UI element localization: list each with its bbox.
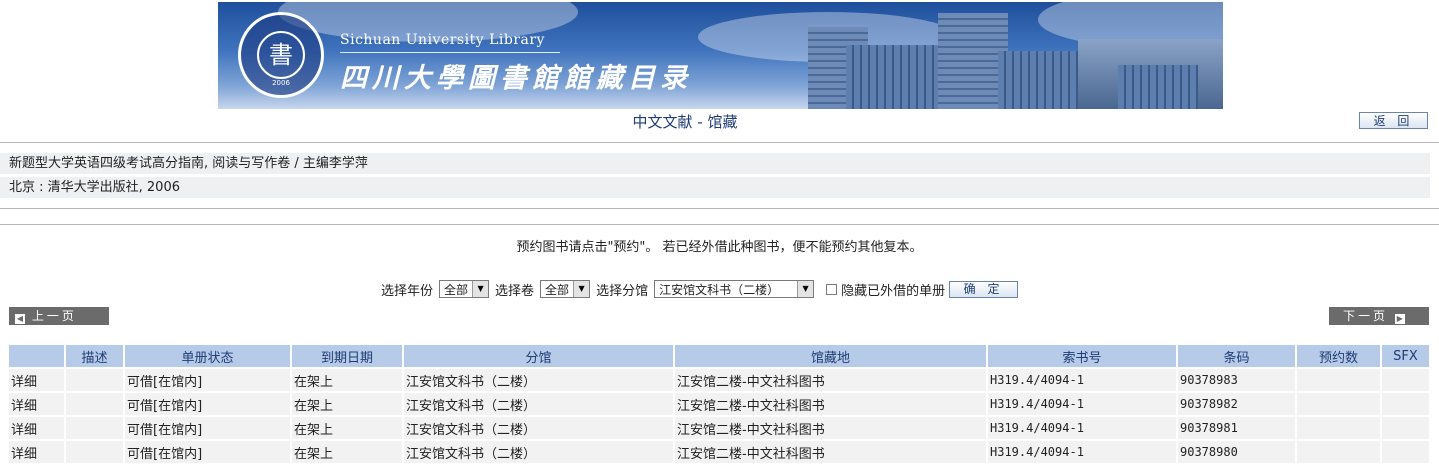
reservation-notice: 预约图书请点击"预约"。 若已经外借此种图书，便不能预约其他复本。 [516, 240, 923, 255]
location-cell: 江安馆二楼-中文社科图书 [674, 415, 988, 440]
barcode-cell: 90378982 [1177, 391, 1297, 416]
chevron-down-icon: ▼ [797, 281, 814, 297]
col-header-detail [9, 345, 66, 368]
holds-cell [1296, 415, 1382, 440]
due-date-cell: 在架上 [291, 391, 404, 416]
banner-english-name: Sichuan University Library [340, 32, 545, 48]
table-row: 详细 可借[在馆内] 在架上 江安馆文科书（二楼） 江安馆二楼-中文社科图书 H… [9, 415, 1431, 440]
due-date-cell: 在架上 [291, 439, 404, 463]
barcode-cell: 90378981 [1177, 415, 1297, 440]
arrow-right-icon: ▶ [1394, 314, 1405, 324]
detail-link[interactable]: 详细 [9, 415, 66, 440]
table-row: 详细 可借[在馆内] 在架上 江安馆文科书（二楼） 江安馆二楼-中文社科图书 H… [9, 367, 1431, 392]
sfx-cell [1381, 415, 1431, 440]
description-cell [65, 367, 125, 392]
library-banner: 書 2006 Sichuan University Library 四川大學圖書… [218, 2, 1223, 109]
prev-page-button[interactable]: ◀ 上一页 [9, 307, 109, 325]
call-number-cell: H319.4/4094-1 [987, 439, 1178, 463]
confirm-button[interactable]: 确 定 [949, 280, 1019, 298]
status-cell: 可借[在馆内] [124, 415, 292, 440]
barcode-cell: 90378983 [1177, 367, 1297, 392]
next-page-button[interactable]: 下一页 ▶ [1329, 307, 1429, 325]
record-title: 新题型大学英语四级考试高分指南, 阅读与写作卷 / 主编李学萍 [0, 153, 1430, 174]
holds-cell [1296, 367, 1382, 392]
col-header-branch[interactable]: 分馆 [403, 345, 675, 368]
year-label: 选择年份 [381, 283, 434, 299]
record-publication: 北京 : 清华大学出版社, 2006 [0, 177, 1430, 198]
branch-cell: 江安馆文科书（二楼） [403, 439, 675, 463]
description-cell [65, 439, 125, 463]
detail-link[interactable]: 详细 [9, 391, 66, 416]
status-cell: 可借[在馆内] [124, 367, 292, 392]
hide-loaned-checkbox[interactable] [826, 283, 838, 295]
status-cell: 可借[在馆内] [124, 391, 292, 416]
sfx-cell [1381, 439, 1431, 463]
location-cell: 江安馆二楼-中文社科图书 [674, 391, 988, 416]
university-seal-logo: 書 2006 [238, 12, 324, 98]
description-cell [65, 391, 125, 416]
branch-cell: 江安馆文科书（二楼） [403, 391, 675, 416]
branch-cell: 江安馆文科书（二楼） [403, 367, 675, 392]
due-date-cell: 在架上 [291, 367, 404, 392]
branch-label: 选择分馆 [596, 283, 649, 299]
chevron-down-icon: ▼ [573, 281, 590, 297]
sfx-cell [1381, 367, 1431, 392]
col-header-holds[interactable]: 预约数 [1296, 345, 1382, 368]
back-button[interactable]: 返 回 [1359, 112, 1428, 129]
col-header-sfx[interactable]: SFX [1381, 345, 1431, 368]
table-row: 详细 可借[在馆内] 在架上 江安馆文科书（二楼） 江安馆二楼-中文社科图书 H… [9, 391, 1431, 416]
col-header-location[interactable]: 馆藏地 [674, 345, 988, 368]
col-header-barcode[interactable]: 条码 [1177, 345, 1297, 368]
chevron-down-icon: ▼ [472, 281, 489, 297]
call-number-cell: H319.4/4094-1 [987, 415, 1178, 440]
banner-chinese-name: 四川大學圖書館館藏目录 [340, 63, 692, 94]
call-number-cell: H319.4/4094-1 [987, 391, 1178, 416]
holds-cell [1296, 439, 1382, 463]
table-row: 详细 可借[在馆内] 在架上 江安馆文科书（二楼） 江安馆二楼-中文社科图书 H… [9, 439, 1431, 463]
sfx-cell [1381, 391, 1431, 416]
col-header-description[interactable]: 描述 [65, 345, 125, 368]
holdings-table: 描述 单册状态 到期日期 分馆 馆藏地 索书号 条码 预约数 SFX 详细 可借… [9, 345, 1431, 463]
seal-year: 2006 [272, 79, 290, 87]
arrow-left-icon: ◀ [15, 314, 25, 324]
page-title: 中文文献 - 馆藏 [632, 113, 738, 131]
detail-link[interactable]: 详细 [9, 439, 66, 463]
col-header-status[interactable]: 单册状态 [124, 345, 292, 368]
year-select[interactable]: 全部 ▼ [439, 280, 490, 298]
description-cell [65, 415, 125, 440]
filter-bar: 选择年份 全部 ▼ 选择卷 全部 ▼ 选择分馆 江安馆文科书（二楼） ▼ 隐藏已… [381, 279, 1019, 299]
col-header-call-number[interactable]: 索书号 [987, 345, 1178, 368]
col-header-due-date[interactable]: 到期日期 [291, 345, 404, 368]
hide-loaned-label: 隐藏已外借的单册 [841, 283, 946, 299]
volume-label: 选择卷 [495, 283, 535, 299]
holds-cell [1296, 391, 1382, 416]
volume-select[interactable]: 全部 ▼ [540, 280, 591, 298]
call-number-cell: H319.4/4094-1 [987, 367, 1178, 392]
branch-select[interactable]: 江安馆文科书（二楼） ▼ [654, 280, 815, 298]
table-header-row: 描述 单册状态 到期日期 分馆 馆藏地 索书号 条码 预约数 SFX [9, 345, 1431, 368]
location-cell: 江安馆二楼-中文社科图书 [674, 439, 988, 463]
detail-link[interactable]: 详细 [9, 367, 66, 392]
status-cell: 可借[在馆内] [124, 439, 292, 463]
branch-cell: 江安馆文科书（二楼） [403, 415, 675, 440]
due-date-cell: 在架上 [291, 415, 404, 440]
location-cell: 江安馆二楼-中文社科图书 [674, 367, 988, 392]
seal-character: 書 [257, 31, 305, 79]
barcode-cell: 90378980 [1177, 439, 1297, 463]
